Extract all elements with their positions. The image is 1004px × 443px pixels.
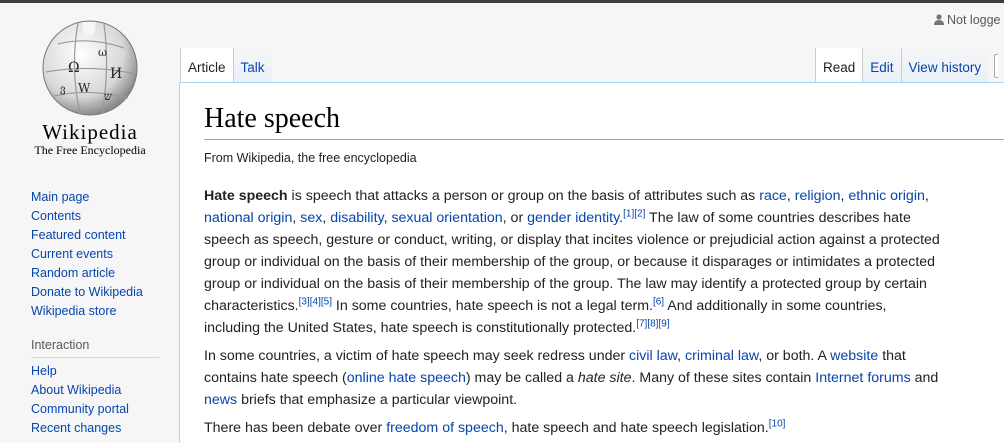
sidebar-item-community-portal[interactable]: Community portal bbox=[31, 400, 129, 419]
text: There has been debate over bbox=[204, 420, 387, 436]
search-box-edge[interactable] bbox=[994, 54, 999, 78]
logo-tagline: The Free Encyclopedia bbox=[34, 143, 146, 157]
text: In some countries, hate speech is not a … bbox=[331, 298, 653, 314]
svg-text:ვ: ვ bbox=[60, 84, 66, 95]
link-race[interactable]: race bbox=[759, 188, 787, 204]
tab-talk[interactable]: Talk bbox=[232, 48, 272, 82]
citation-7[interactable]: [7] bbox=[636, 318, 647, 329]
bold-term: Hate speech bbox=[204, 188, 288, 204]
site-tagline: From Wikipedia, the free encyclopedia bbox=[204, 151, 417, 165]
citation-5[interactable]: [5] bbox=[321, 296, 332, 307]
link-gender-identity[interactable]: gender identity bbox=[527, 210, 619, 226]
link-sexual-orientation[interactable]: sexual orientation bbox=[391, 210, 502, 226]
sidebar-item-current-events[interactable]: Current events bbox=[31, 245, 143, 264]
link-online-hate-speech[interactable]: online hate speech bbox=[347, 370, 466, 386]
tab-edit[interactable]: Edit bbox=[862, 48, 901, 82]
link-freedom-of-speech[interactable]: freedom of speech bbox=[386, 420, 504, 436]
text: that bbox=[878, 348, 906, 364]
paragraph-third: There has been debate over freedom of sp… bbox=[204, 417, 1004, 439]
text: , or both. A bbox=[758, 348, 831, 364]
svg-text:ω: ω bbox=[98, 46, 107, 59]
text: including the United States, hate speech… bbox=[204, 320, 637, 336]
link-disability[interactable]: disability bbox=[330, 210, 383, 226]
text: . Many of these sites contain bbox=[631, 370, 816, 386]
link-ethnic-origin[interactable]: ethnic origin bbox=[848, 188, 925, 204]
text-line: group or individual on the basis of thei… bbox=[204, 254, 936, 270]
italic-term: hate site bbox=[577, 370, 632, 386]
text: , hate speech and hate speech legislatio… bbox=[503, 420, 769, 436]
text: ) may be called a bbox=[465, 370, 578, 386]
text: and bbox=[910, 370, 939, 386]
title-divider bbox=[204, 139, 1004, 140]
citation-3[interactable]: [3] bbox=[299, 296, 310, 307]
text: briefs that emphasize a particular viewp… bbox=[237, 392, 518, 408]
citation-6[interactable]: [6] bbox=[653, 296, 664, 307]
link-website[interactable]: website bbox=[830, 348, 878, 364]
not-logged-in-text: Not logge bbox=[947, 13, 1001, 27]
text: characteristics. bbox=[204, 298, 299, 314]
sidebar-item-recent-changes[interactable]: Recent changes bbox=[31, 419, 129, 438]
sidebar-item-featured-content[interactable]: Featured content bbox=[31, 226, 143, 245]
top-bar bbox=[0, 0, 1004, 3]
page-title: Hate speech bbox=[204, 103, 341, 134]
link-criminal-law[interactable]: criminal law bbox=[685, 348, 758, 364]
sidebar-item-about[interactable]: About Wikipedia bbox=[31, 381, 129, 400]
link-national-origin[interactable]: national origin bbox=[204, 210, 292, 226]
svg-text:ש: ש bbox=[104, 90, 112, 103]
citation-10[interactable]: [10] bbox=[769, 418, 786, 429]
tab-article[interactable]: Article bbox=[180, 48, 233, 82]
text: , or bbox=[502, 210, 528, 226]
link-sex[interactable]: sex bbox=[300, 210, 322, 226]
link-religion[interactable]: religion bbox=[795, 188, 841, 204]
citation-4[interactable]: [4] bbox=[310, 296, 321, 307]
sidebar-item-contents[interactable]: Contents bbox=[31, 207, 143, 226]
paragraph-intro: Hate speech is speech that attacks a per… bbox=[204, 185, 1004, 339]
svg-text:Ω: Ω bbox=[68, 60, 80, 76]
text: , bbox=[924, 188, 929, 204]
article-content: Hate speech From Wikipedia, the free enc… bbox=[179, 82, 1004, 443]
tab-view-history[interactable]: View history bbox=[900, 48, 989, 82]
personal-tools: Not logge bbox=[934, 13, 1001, 27]
sidebar-divider bbox=[31, 357, 159, 358]
sidebar-item-store[interactable]: Wikipedia store bbox=[31, 302, 143, 321]
wikipedia-logo[interactable]: Ω ω И W ש ვ Wikipedia The Free Encyclope… bbox=[20, 14, 160, 164]
link-civil-law[interactable]: civil law bbox=[629, 348, 677, 364]
citation-9[interactable]: [9] bbox=[658, 318, 669, 329]
sidebar-heading-interaction: Interaction bbox=[31, 338, 90, 352]
logo-wordmark: Wikipedia bbox=[42, 120, 138, 144]
sidebar-item-help[interactable]: Help bbox=[31, 362, 129, 381]
citation-2[interactable]: [2] bbox=[634, 208, 645, 219]
citation-8[interactable]: [8] bbox=[647, 318, 658, 329]
text: The law of some countries describes hate bbox=[645, 210, 911, 226]
sidebar-item-donate[interactable]: Donate to Wikipedia bbox=[31, 283, 143, 302]
namespace-tabs: Article Talk bbox=[180, 48, 272, 82]
text: , bbox=[786, 188, 795, 204]
sidebar-item-main-page[interactable]: Main page bbox=[31, 188, 143, 207]
text-line: speech as speech, gesture or conduct, wr… bbox=[204, 232, 940, 248]
text: , bbox=[677, 348, 686, 364]
view-tabs: Read Edit View history bbox=[815, 48, 999, 82]
text-line: group or individual on the basis of thei… bbox=[204, 276, 927, 292]
svg-text:И: И bbox=[110, 66, 122, 82]
sidebar-interaction: Help About Wikipedia Community portal Re… bbox=[31, 362, 129, 438]
text: contains hate speech ( bbox=[204, 370, 347, 386]
sidebar-item-random-article[interactable]: Random article bbox=[31, 264, 143, 283]
paragraph-second: In some countries, a victim of hate spee… bbox=[204, 345, 1004, 411]
link-news[interactable]: news bbox=[204, 392, 237, 408]
sidebar-navigation: Main page Contents Featured content Curr… bbox=[31, 188, 143, 321]
puzzle-globe-icon: Ω ω И W ש ვ bbox=[42, 20, 138, 116]
text: is speech that attacks a person or group… bbox=[287, 188, 760, 204]
text: In some countries, a victim of hate spee… bbox=[204, 348, 630, 364]
tab-read[interactable]: Read bbox=[815, 48, 863, 82]
svg-text:W: W bbox=[78, 81, 91, 95]
text: And additionally in some countries, bbox=[664, 298, 887, 314]
user-icon bbox=[934, 14, 944, 25]
link-internet-forums[interactable]: Internet forums bbox=[815, 370, 910, 386]
citation-1[interactable]: [1] bbox=[623, 208, 634, 219]
